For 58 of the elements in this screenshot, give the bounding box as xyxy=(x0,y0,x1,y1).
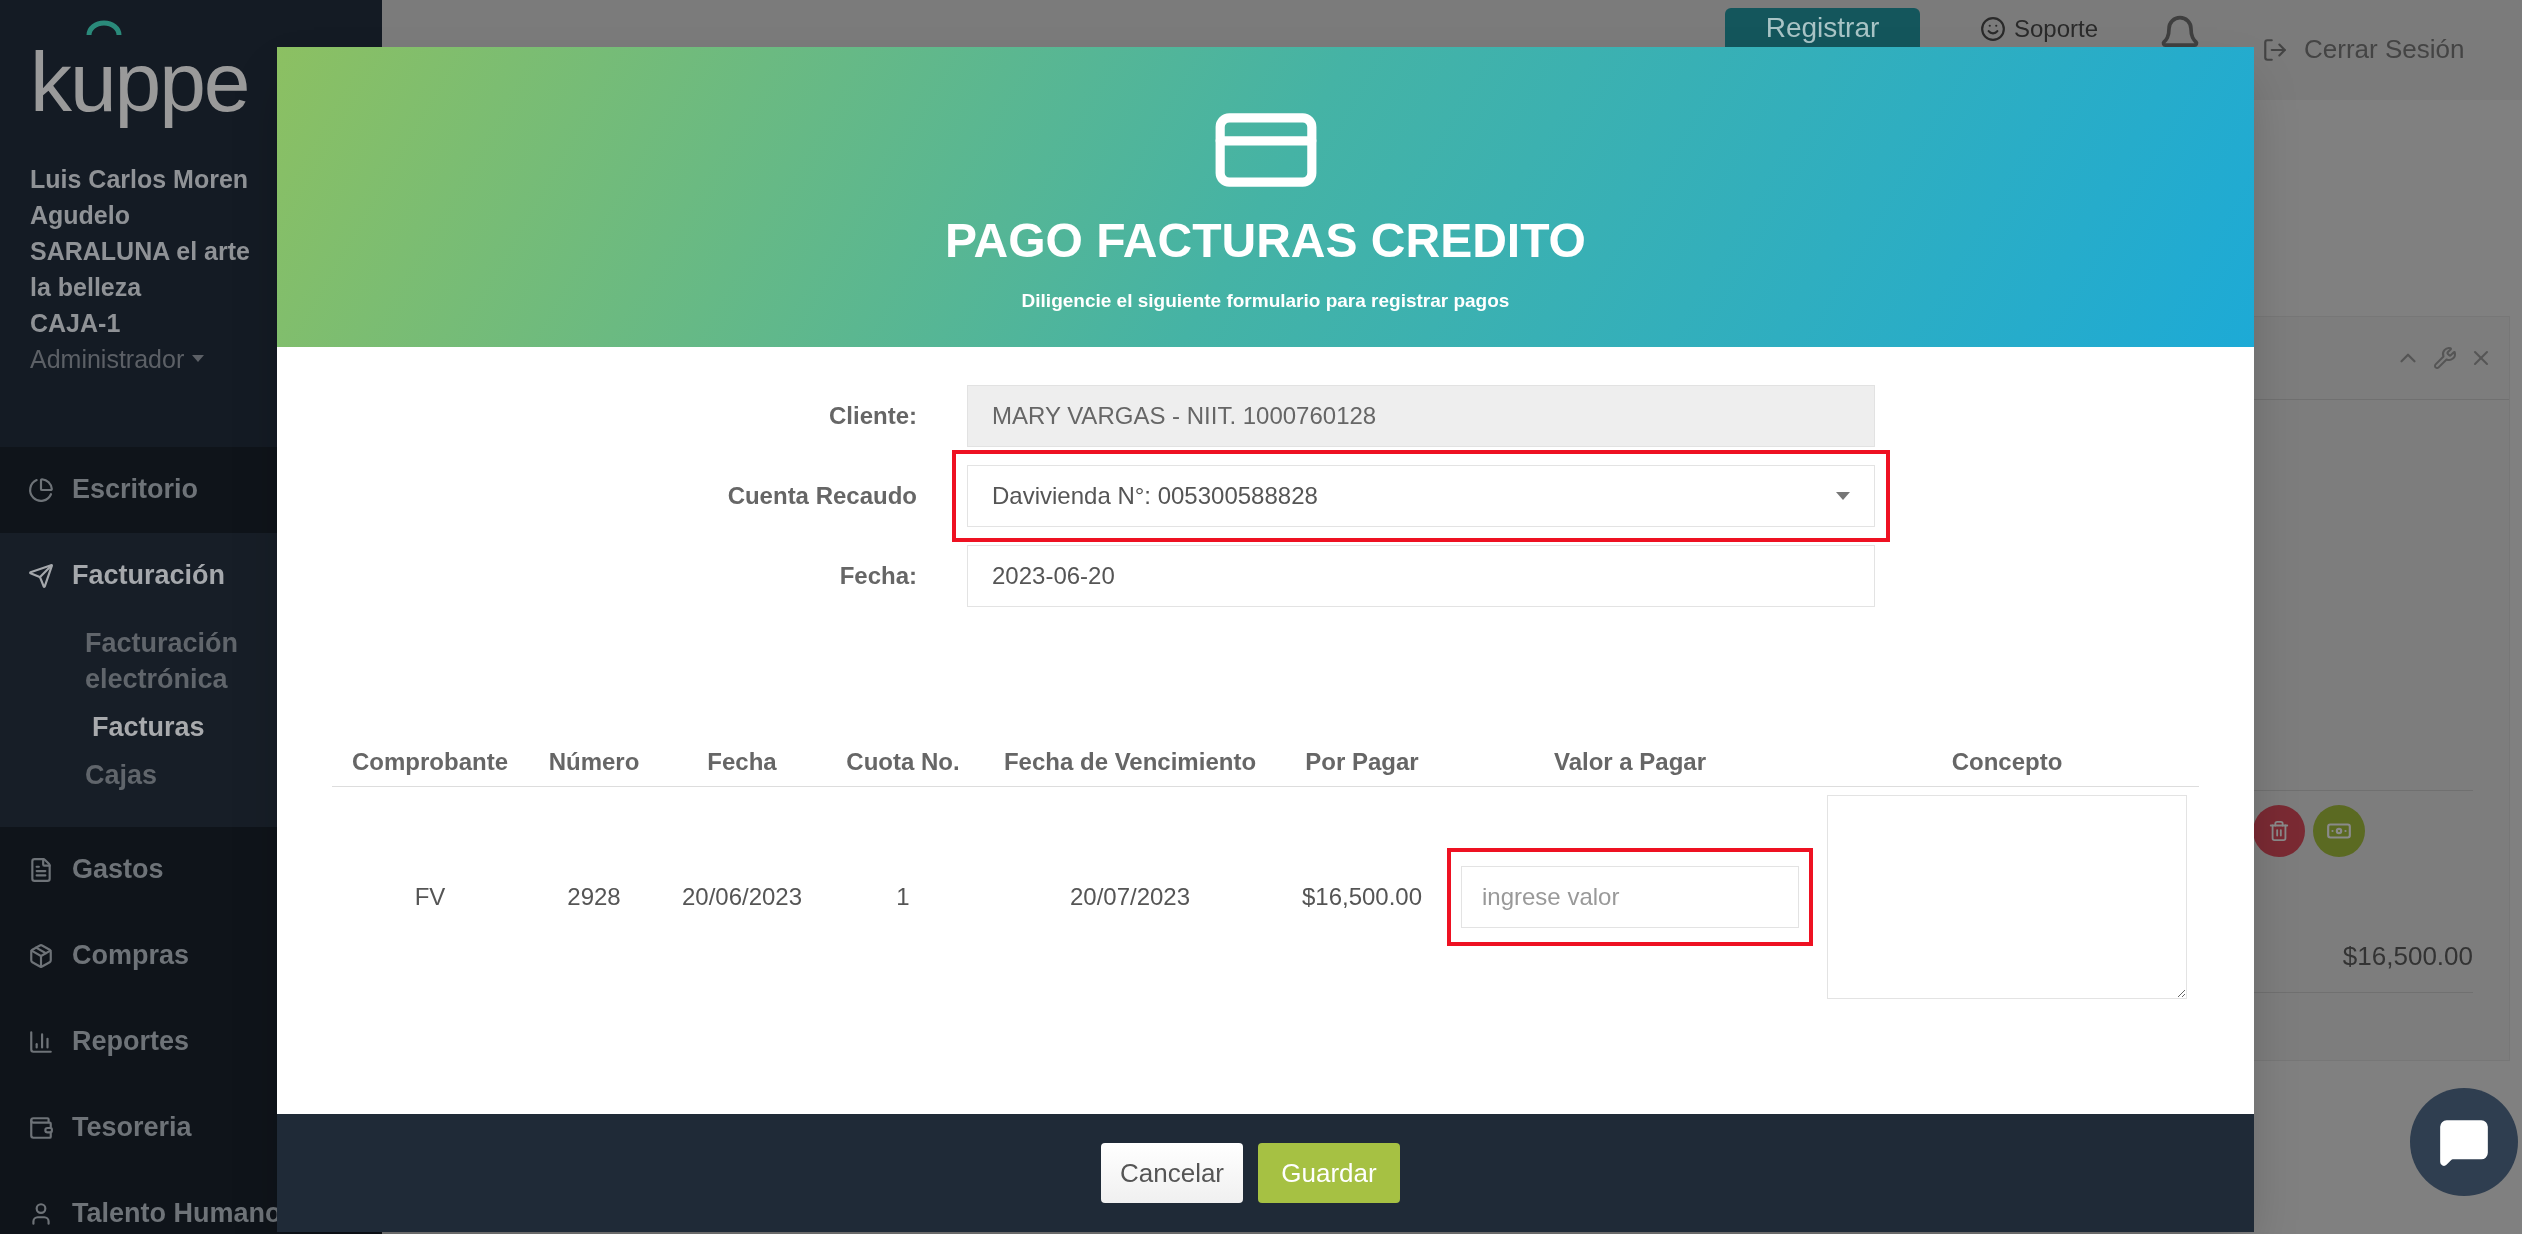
delete-button[interactable] xyxy=(2253,805,2305,857)
concept-textarea[interactable] xyxy=(1827,795,2187,999)
table-cell-text: FV xyxy=(413,882,447,912)
column-header: Cuota No. xyxy=(845,746,961,777)
support-button[interactable]: Soporte xyxy=(1980,14,2099,44)
modal-subtitle: Diligencie el siguiente formulario para registrar pagos xyxy=(1021,289,1510,313)
wrench-icon[interactable] xyxy=(2433,346,2457,370)
sidebar-item[interactable]: Reportes xyxy=(0,998,382,1085)
modal-title: PAGO FACTURAS CREDITO xyxy=(945,213,1586,269)
user-info-line: CAJA-1 xyxy=(30,307,122,339)
sidebar-item[interactable]: Escritorio xyxy=(0,446,382,533)
user-info-line: SARALUNA el arte xyxy=(30,235,251,267)
cancel-button[interactable]: Cancelar xyxy=(1101,1143,1243,1203)
trash-icon xyxy=(2268,820,2290,842)
column-header: Fecha xyxy=(706,746,778,777)
field-label: Cuenta Recaudo xyxy=(726,481,917,511)
table-cell-text: 20/07/2023 xyxy=(1068,882,1192,912)
save-button[interactable]: Guardar xyxy=(1258,1143,1400,1203)
value-input[interactable]: ingrese valor xyxy=(1461,866,1799,928)
logo: kuppe xyxy=(30,34,249,131)
role-dropdown[interactable]: Administrador xyxy=(30,340,352,377)
paper-plane-icon xyxy=(28,562,54,589)
bar-chart-icon xyxy=(28,1028,54,1055)
column-header: Valor a Pagar xyxy=(1552,746,1708,777)
account-select[interactable]: Davivienda N°: 005300588828 xyxy=(967,465,1875,527)
table-cell-text: 2928 xyxy=(566,882,622,912)
sidebar-item[interactable]: Compras xyxy=(0,912,382,999)
payment-button[interactable] xyxy=(2313,805,2365,857)
column-header: Número xyxy=(547,746,641,777)
sidebar-item[interactable]: Facturación xyxy=(0,532,382,619)
caret-icon xyxy=(192,355,205,363)
wallet-icon xyxy=(28,1114,54,1141)
user-info-line: Agudelo xyxy=(30,199,131,231)
column-header: Concepto xyxy=(1950,746,2064,777)
box-icon xyxy=(28,942,54,969)
pie-chart-icon xyxy=(28,476,54,503)
amount-text: $16,500.00 xyxy=(2342,940,2473,973)
sidebar-item[interactable]: Talento Humano xyxy=(0,1170,382,1234)
input-field[interactable]: MARY VARGAS - NIIT. 1000760128 xyxy=(967,385,1875,447)
sidebar-item[interactable]: Gastos xyxy=(0,826,382,913)
column-header: Fecha de Vencimiento xyxy=(1002,746,1258,777)
caret-icon xyxy=(1836,492,1850,500)
column-header: Por Pagar xyxy=(1304,746,1420,777)
table-cell-text: 1 xyxy=(895,882,911,912)
logo-arc-icon xyxy=(86,20,122,36)
logout-icon xyxy=(2262,36,2289,63)
input-field[interactable]: 2023-06-20 xyxy=(967,545,1875,607)
user-info-line: Luis Carlos Moren xyxy=(30,163,250,195)
column-header: Comprobante xyxy=(351,746,509,777)
user-info-line: la belleza xyxy=(30,271,143,303)
smile-icon xyxy=(1980,16,2006,42)
table-cell-text: 20/06/2023 xyxy=(680,882,804,912)
field-label: Fecha: xyxy=(838,561,917,591)
sidebar-item[interactable]: Tesoreria xyxy=(0,1084,382,1171)
table-cell-text: $16,500.00 xyxy=(1300,882,1424,912)
logout-link[interactable]: Cerrar Sesión xyxy=(2262,30,2465,69)
field-label: Cliente: xyxy=(828,401,917,431)
document-icon xyxy=(28,856,54,883)
